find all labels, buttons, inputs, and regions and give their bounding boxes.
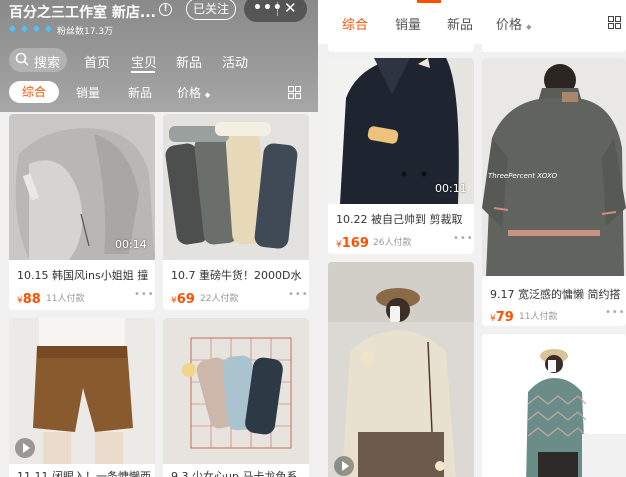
video-duration: 00:14 [115, 238, 147, 251]
product-card[interactable]: 9.3 少女心up 马卡龙色系 [163, 318, 309, 477]
tab-events[interactable]: 活动 [222, 52, 248, 71]
previous-card-bottom [482, 44, 626, 52]
sort-bar: 综合 销量 新品 价格 ◆ [318, 0, 626, 44]
sort-tab-sales[interactable]: 销量 [76, 84, 100, 101]
price-value: 169 [341, 236, 369, 251]
fans-count: 粉丝数17.3万 [57, 27, 114, 37]
sort-tab-sales[interactable]: 销量 [395, 14, 421, 33]
more-icon[interactable]: ••• [253, 0, 283, 16]
product-title[interactable]: 10.15 韩国风ins小姐姐 撞 [17, 267, 151, 283]
product-title[interactable]: 9.3 少女心up 马卡龙色系 [171, 468, 305, 477]
paid-count: 22人付款 [200, 294, 239, 304]
sort-tab-default[interactable]: 综合 [342, 14, 368, 33]
price-value: 69 [176, 292, 195, 307]
watermark: ThreePercent XOXO [488, 172, 558, 180]
product-card[interactable] [328, 262, 474, 477]
grid-icon[interactable] [288, 86, 301, 99]
right-screen: 综合 销量 新品 价格 ◆ 00:11 10.22 被自己帅到 剪裁取 ¥169… [318, 0, 626, 477]
product-price: ¥88 [17, 288, 41, 307]
left-screen: 百分之三工作室 新店... ! 已关注 ••• ✕ ◆ ◆ ◆ ◆ 粉丝数17.… [0, 0, 318, 477]
info-icon[interactable]: ! [159, 3, 172, 16]
paid-count: 11人付款 [46, 294, 85, 304]
product-price: ¥69 [171, 288, 195, 307]
product-card[interactable]: 10.7 重磅牛货！2000D水 ¥69 22人付款 ••• [163, 114, 309, 310]
mini-program-capsule: ••• ✕ [244, 0, 307, 22]
product-title[interactable]: 10.7 重磅牛货！2000D水 [171, 267, 305, 283]
shop-name[interactable]: 百分之三工作室 新店... [9, 2, 156, 22]
product-title[interactable]: 9.17 宽泛感的慵懒 简约搭 [490, 286, 622, 302]
sort-tab-price-label: 价格 [496, 18, 523, 33]
product-image[interactable] [328, 262, 474, 477]
product-card[interactable]: 00:11 10.22 被自己帅到 剪裁取 ¥169 26人付款 ••• [328, 58, 474, 254]
tab-active-indicator [417, 0, 441, 3]
sort-tab-default[interactable]: 综合 [9, 81, 59, 103]
product-card[interactable]: 11.11 闭眼入！一条慵懒西 [9, 318, 155, 477]
more-options-icon[interactable]: ••• [134, 289, 155, 300]
tab-new[interactable]: 新品 [176, 52, 202, 71]
tab-active-indicator [131, 71, 155, 73]
shop-rating-badges: ◆ ◆ ◆ ◆ [9, 24, 56, 34]
sort-tab-new[interactable]: 新品 [447, 14, 473, 33]
shop-header: 百分之三工作室 新店... ! 已关注 ••• ✕ ◆ ◆ ◆ ◆ 粉丝数17.… [0, 0, 318, 112]
product-title[interactable]: 10.22 被自己帅到 剪裁取 [336, 211, 470, 227]
product-image[interactable] [163, 318, 309, 464]
product-image[interactable] [163, 114, 309, 260]
tab-home[interactable]: 首页 [84, 52, 110, 71]
product-card[interactable]: 00:14 10.15 韩国风ins小姐姐 撞 ¥88 11人付款 ••• [9, 114, 155, 310]
diamond-icon: ◆ [45, 24, 52, 34]
price-value: 88 [22, 292, 41, 307]
tab-products[interactable]: 宝贝 [131, 52, 157, 71]
sort-tab-new[interactable]: 新品 [128, 84, 152, 101]
search-label: 搜索 [34, 56, 61, 71]
grid-icon[interactable] [608, 16, 621, 29]
more-options-icon[interactable]: ••• [605, 307, 626, 318]
diamond-icon: ◆ [33, 24, 40, 34]
product-price: ¥169 [336, 232, 369, 251]
more-options-icon[interactable]: ••• [453, 233, 474, 244]
product-price: ¥79 [490, 306, 514, 325]
sort-tab-price-label: 价格 [177, 86, 202, 100]
product-card[interactable] [482, 334, 626, 477]
video-duration: 00:11 [435, 182, 467, 195]
sort-tab-price[interactable]: 价格 ◆ [177, 84, 210, 101]
product-image[interactable] [482, 58, 626, 276]
product-title[interactable]: 11.11 闭眼入！一条慵懒西 [17, 468, 151, 477]
product-image[interactable] [482, 334, 626, 477]
close-icon[interactable]: ✕ [284, 0, 297, 17]
paid-count: 11人付款 [519, 312, 558, 322]
paid-count: 26人付款 [373, 238, 412, 248]
play-icon[interactable] [15, 438, 35, 458]
more-options-icon[interactable]: ••• [288, 289, 309, 300]
play-icon[interactable] [334, 456, 354, 476]
sort-tab-price[interactable]: 价格 ◆ [496, 14, 532, 33]
product-card[interactable]: ThreePercent XOXO 9.17 宽泛感的慵懒 简约搭 ¥79 11… [482, 58, 626, 326]
diamond-icon: ◆ [9, 24, 16, 34]
previous-card-bottom [328, 44, 474, 52]
sort-arrows-icon: ◆ [526, 23, 532, 31]
sort-arrows-icon: ◆ [204, 91, 211, 99]
diamond-icon: ◆ [21, 24, 28, 34]
follow-button[interactable]: 已关注 [186, 0, 236, 20]
capsule-divider [277, 2, 278, 16]
search-icon [15, 52, 29, 66]
search-button[interactable]: 搜索 [9, 48, 67, 72]
price-value: 79 [495, 310, 514, 325]
